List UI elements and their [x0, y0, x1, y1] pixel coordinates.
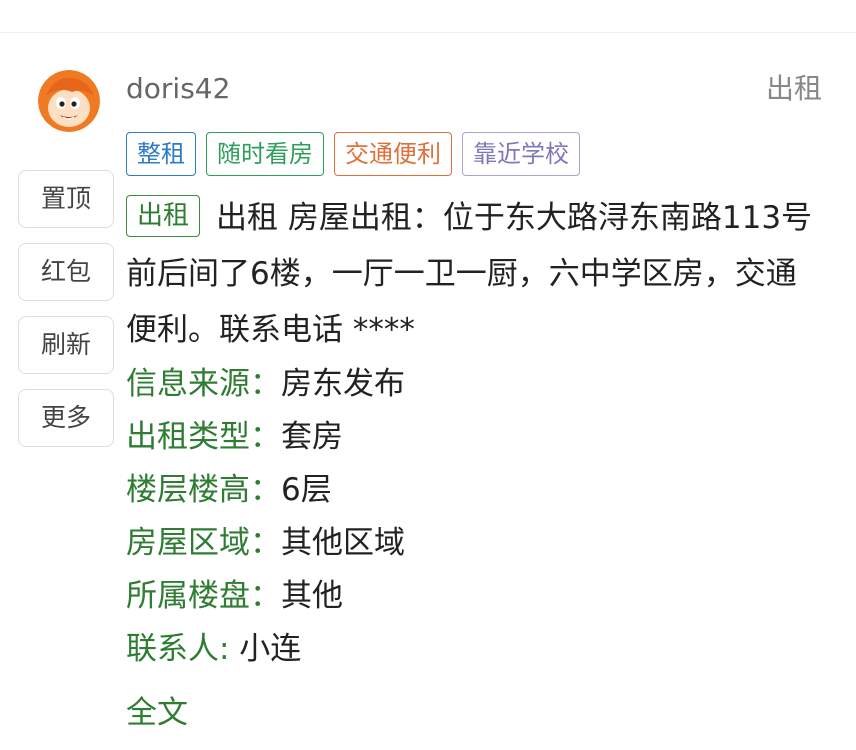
info-row-floor: 楼层楼高：6层 — [126, 464, 826, 517]
rent-badge: 出租 — [126, 195, 201, 237]
post-page: doris42 出租 整租 随时看房 交通便利 靠近学校 置顶 红包 刷新 更多… — [0, 0, 856, 750]
post-description: 出租 出租 房屋出租：位于东大路浔东南路113号前后间了6楼，一厅一卫一厨，六中学… — [126, 190, 826, 358]
info-row-estate: 所属楼盘：其他 — [126, 570, 826, 623]
user-avatar[interactable] — [38, 70, 100, 132]
tag-convenient-transport: 交通便利 — [334, 132, 452, 176]
post-type-label: 出租 — [765, 72, 822, 105]
tag-list: 整租 随时看房 交通便利 靠近学校 — [126, 132, 580, 176]
post-content: 出租 出租 房屋出租：位于东大路浔东南路113号前后间了6楼，一厅一卫一厨，六中学… — [126, 190, 826, 676]
cartoon-avatar-icon — [38, 70, 100, 132]
info-label: 信息来源： — [126, 366, 281, 402]
info-label: 联系人: — [126, 631, 230, 667]
info-row-area: 房屋区域：其他区域 — [126, 517, 826, 570]
side-action-buttons: 置顶 红包 刷新 更多 — [18, 170, 114, 462]
info-label: 所属楼盘： — [126, 578, 281, 614]
info-row-rent-type: 出租类型：套房 — [126, 411, 826, 464]
info-value: 小连 — [229, 631, 302, 667]
info-row-contact: 联系人: 小连 — [126, 623, 826, 676]
info-label: 楼层楼高： — [126, 472, 281, 508]
info-value: 其他 — [281, 578, 343, 614]
info-value: 6层 — [281, 472, 332, 508]
tag-near-school: 靠近学校 — [462, 132, 580, 176]
username[interactable]: doris42 — [126, 70, 230, 108]
info-row-source: 信息来源：房东发布 — [126, 358, 826, 411]
top-divider — [0, 32, 856, 33]
refresh-button[interactable]: 刷新 — [18, 316, 114, 374]
red-envelope-button[interactable]: 红包 — [18, 243, 114, 301]
info-value: 其他区域 — [281, 525, 405, 561]
info-label: 房屋区域： — [126, 525, 281, 561]
description-text: 出租 房屋出租：位于东大路浔东南路113号前后间了6楼，一厅一卫一厨，六中学区房… — [126, 200, 813, 348]
full-text-link[interactable]: 全文 — [126, 688, 188, 738]
pin-top-button[interactable]: 置顶 — [18, 170, 114, 228]
tag-whole-rent: 整租 — [126, 132, 196, 176]
info-value: 房东发布 — [281, 366, 405, 402]
info-label: 出租类型： — [126, 419, 281, 455]
more-button[interactable]: 更多 — [18, 389, 114, 447]
tag-viewing-anytime: 随时看房 — [206, 132, 324, 176]
info-value: 套房 — [281, 419, 343, 455]
